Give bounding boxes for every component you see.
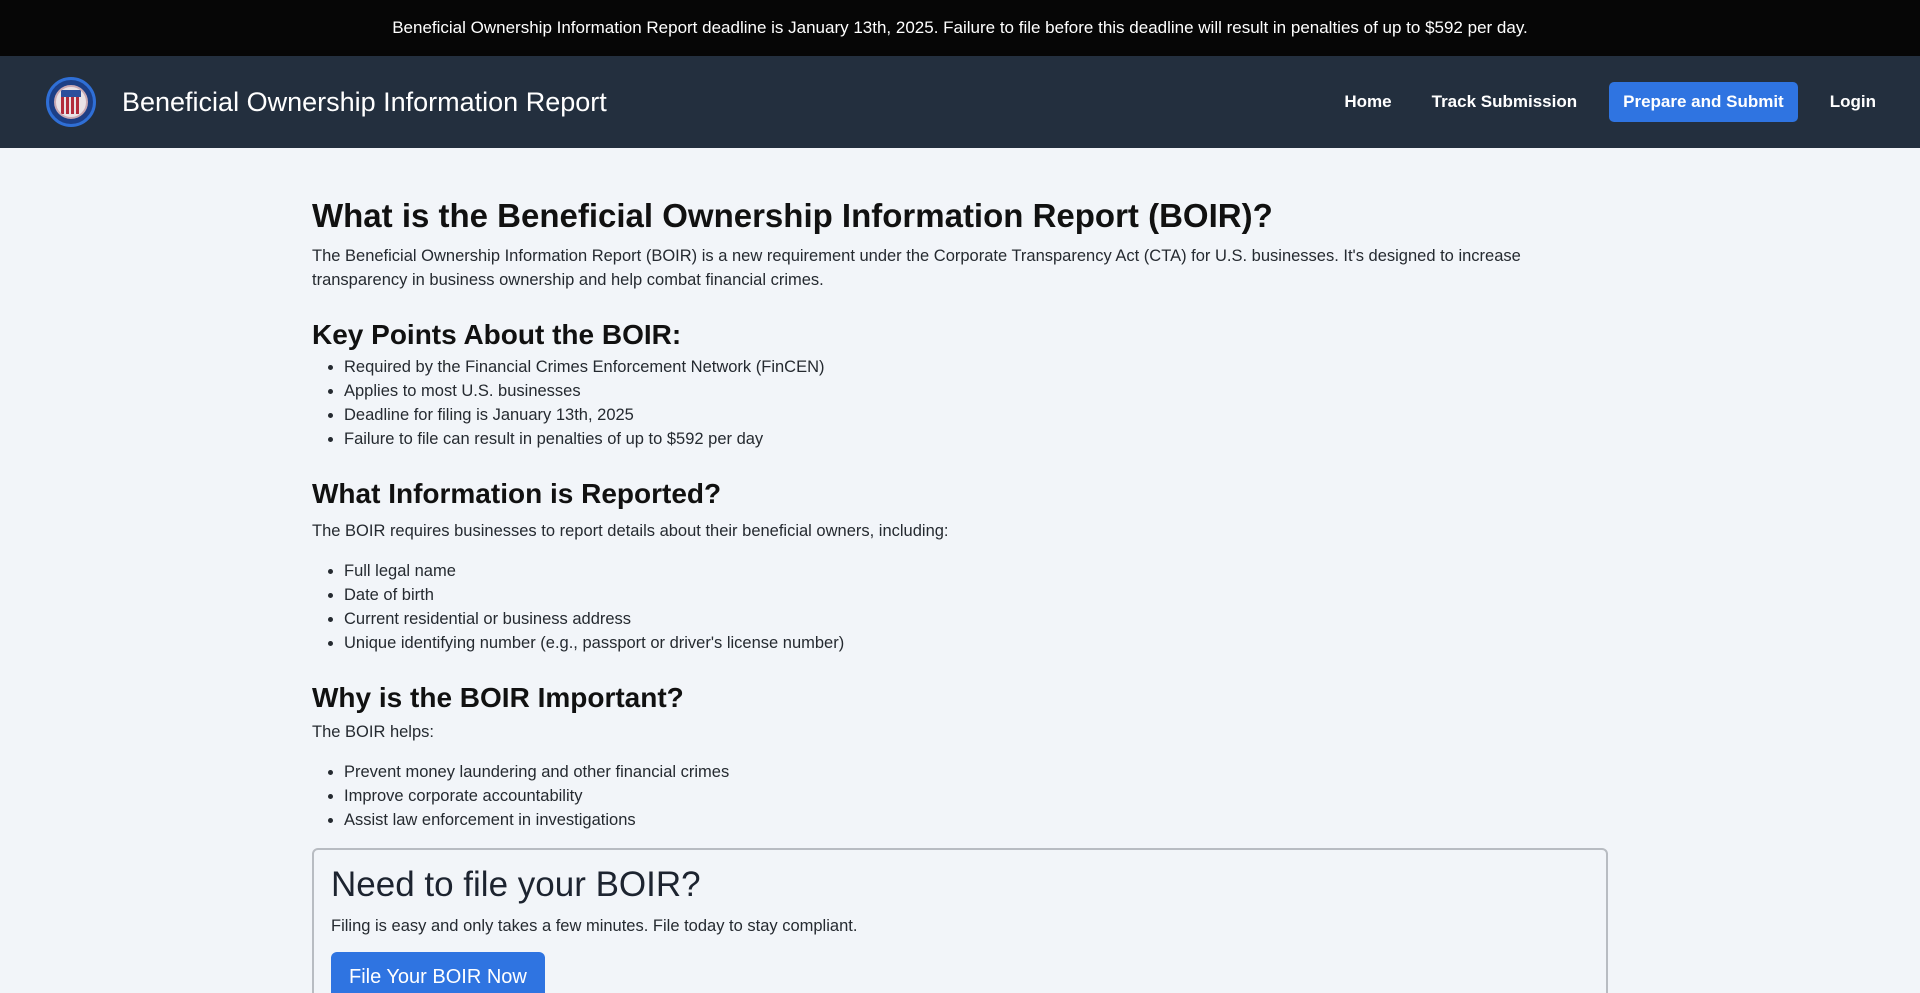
- prepare-and-submit-button[interactable]: Prepare and Submit: [1609, 82, 1798, 122]
- file-boir-now-button[interactable]: File Your BOIR Now: [331, 952, 545, 993]
- info-reported-list: Full legal name Date of birth Current re…: [344, 559, 1608, 655]
- list-item: Required by the Financial Crimes Enforce…: [344, 355, 1608, 379]
- cta-text: Filing is easy and only takes a few minu…: [331, 917, 858, 936]
- list-item: Failure to file can result in penalties …: [344, 427, 1608, 451]
- list-item: Unique identifying number (e.g., passpor…: [344, 631, 1608, 655]
- list-item: Assist law enforcement in investigations: [344, 808, 1608, 832]
- key-points-heading: Key Points About the BOIR:: [312, 318, 682, 350]
- seal-icon[interactable]: [46, 77, 96, 127]
- announcement-text: Beneficial Ownership Information Report …: [392, 18, 1528, 37]
- info-reported-heading: What Information is Reported?: [312, 478, 722, 510]
- list-item: Applies to most U.S. businesses: [344, 379, 1608, 403]
- page-title: What is the Beneficial Ownership Informa…: [312, 197, 1273, 234]
- main-nav: Home Track Submission Prepare and Submit…: [1344, 82, 1876, 122]
- list-item: Deadline for filing is January 13th, 202…: [344, 403, 1608, 427]
- list-item: Current residential or business address: [344, 607, 1608, 631]
- importance-text: The BOIR helps:: [312, 723, 434, 742]
- intro-text: The Beneficial Ownership Information Rep…: [312, 246, 1521, 289]
- importance-heading: Why is the BOIR Important?: [312, 681, 684, 713]
- nav-login-link[interactable]: Login: [1830, 92, 1876, 112]
- site-title[interactable]: Beneficial Ownership Information Report: [122, 87, 607, 118]
- nav-home-link[interactable]: Home: [1344, 92, 1391, 112]
- navbar: Beneficial Ownership Information Report …: [0, 56, 1920, 148]
- announcement-bar: Beneficial Ownership Information Report …: [0, 0, 1920, 56]
- list-item: Full legal name: [344, 559, 1608, 583]
- list-item: Improve corporate accountability: [344, 784, 1608, 808]
- list-item: Prevent money laundering and other finan…: [344, 760, 1608, 784]
- key-points-list: Required by the Financial Crimes Enforce…: [344, 355, 1608, 451]
- cta-heading: Need to file your BOIR?: [331, 865, 701, 905]
- list-item: Date of birth: [344, 583, 1608, 607]
- main-content: What is the Beneficial Ownership Informa…: [312, 148, 1608, 993]
- importance-list: Prevent money laundering and other finan…: [344, 760, 1608, 832]
- nav-track-submission-link[interactable]: Track Submission: [1432, 92, 1578, 112]
- file-cta-card: Need to file your BOIR? Filing is easy a…: [312, 848, 1608, 993]
- info-reported-text: The BOIR requires businesses to report d…: [312, 521, 949, 540]
